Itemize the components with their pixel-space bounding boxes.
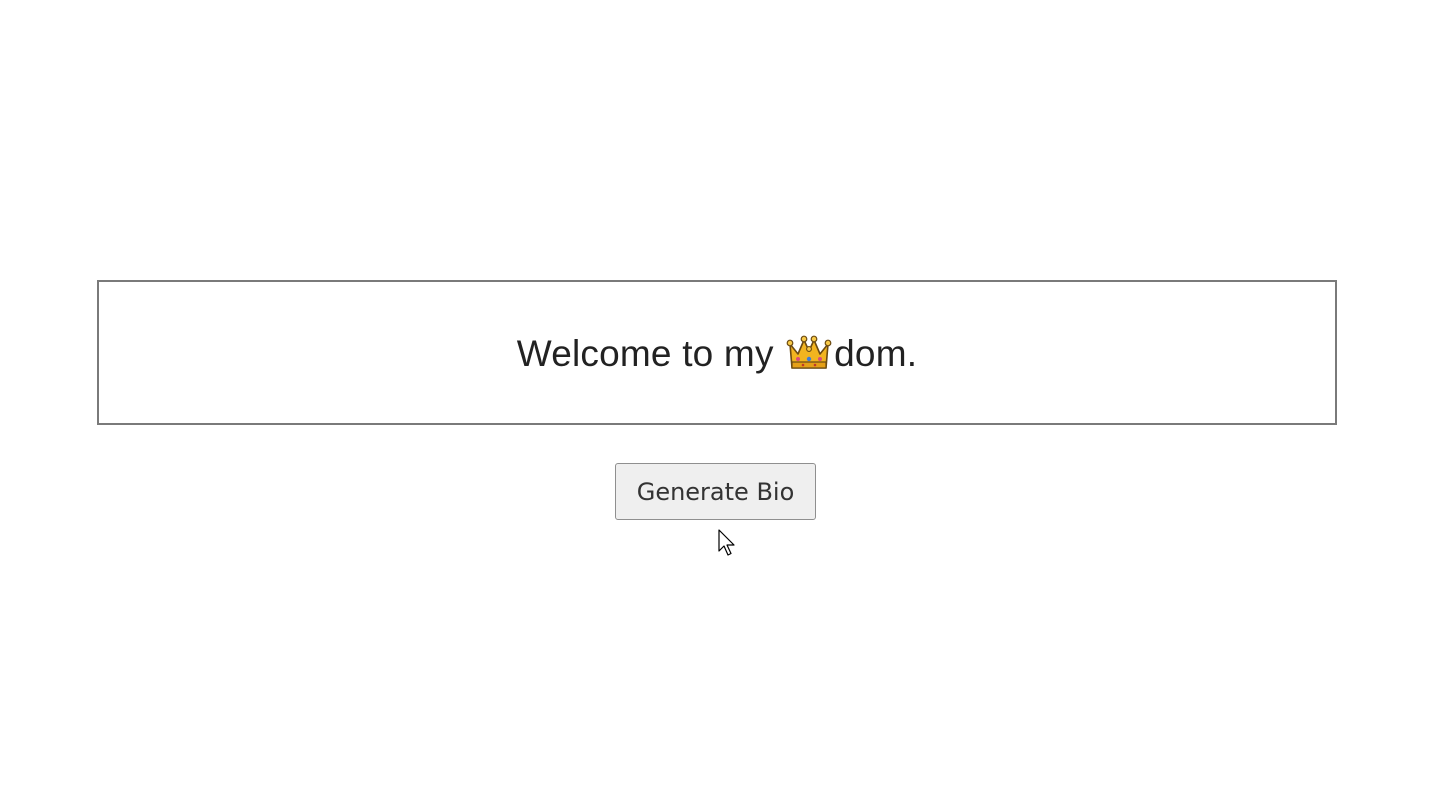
mouse-pointer-icon: [718, 529, 735, 556]
bio-display-box: Welcome to my dom.: [97, 280, 1337, 425]
generate-bio-button[interactable]: Generate Bio: [615, 463, 816, 520]
bio-text: Welcome to my dom.: [517, 333, 917, 375]
bio-text-after: dom.: [834, 332, 918, 374]
crown-icon: [786, 335, 832, 369]
bio-text-before: Welcome to my: [516, 332, 785, 374]
page: Welcome to my dom. Generate Bio: [0, 0, 1440, 810]
